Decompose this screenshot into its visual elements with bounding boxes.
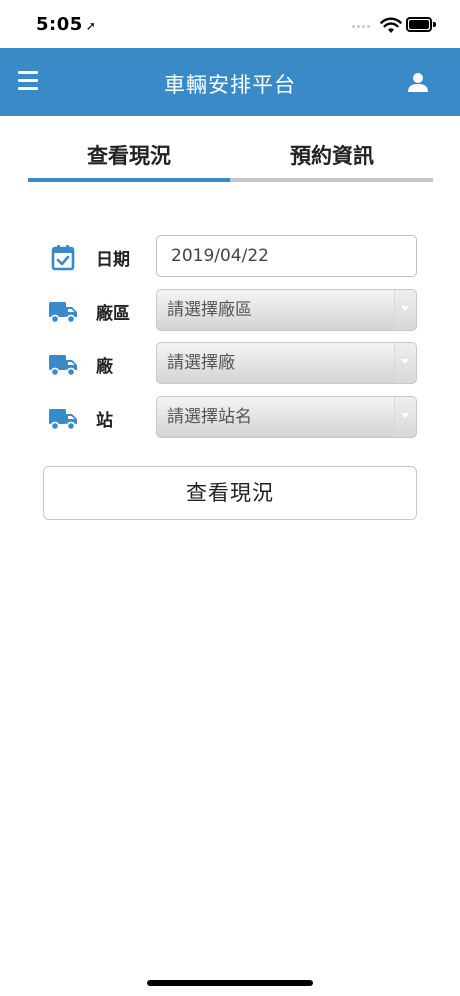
area-label: 廠區: [96, 304, 130, 324]
location-arrow-icon: ➚: [85, 19, 97, 33]
active-tab-indicator: [28, 178, 230, 182]
plant-select[interactable]: 請選擇廠: [156, 342, 417, 384]
truck-icon: [49, 302, 77, 324]
page-title: 車輛安排平台: [164, 73, 296, 97]
dropdown-arrow-icon: [401, 359, 409, 364]
station-row: 站 請選擇站名: [46, 396, 418, 440]
station-select[interactable]: 請選擇站名: [156, 396, 417, 438]
tab-reservation-info[interactable]: 預約資訊: [231, 138, 433, 178]
station-select-placeholder: 請選擇站名: [167, 407, 252, 427]
date-label: 日期: [96, 250, 130, 270]
station-label: 站: [96, 411, 113, 431]
area-select-placeholder: 請選擇廠區: [167, 300, 252, 320]
plant-select-placeholder: 請選擇廠: [167, 353, 235, 373]
area-select[interactable]: 請選擇廠區: [156, 289, 417, 331]
area-row: 廠區 請選擇廠區: [46, 289, 418, 333]
plant-label: 廠: [96, 357, 113, 377]
tab-underline: [28, 178, 433, 182]
status-bar: 5:05 ➚: [0, 0, 460, 48]
plant-row: 廠 請選擇廠: [46, 342, 418, 386]
calendar-check-icon: [51, 245, 75, 271]
battery-icon: [406, 17, 436, 32]
truck-icon: [49, 409, 77, 431]
time-text: 5:05: [36, 14, 83, 35]
signal-icon: [352, 25, 370, 28]
truck-icon: [49, 355, 77, 377]
date-input[interactable]: 2019/04/22: [156, 235, 417, 277]
tab-view-status[interactable]: 查看現況: [28, 138, 230, 178]
top-navbar: 車輛安排平台: [0, 48, 460, 116]
dropdown-arrow-icon: [401, 306, 409, 311]
dropdown-arrow-icon: [401, 413, 409, 418]
view-status-button[interactable]: 查看現況: [43, 466, 417, 520]
user-icon[interactable]: [406, 70, 430, 94]
wifi-icon: [380, 17, 402, 33]
tab-bar: 查看現況 預約資訊: [28, 138, 433, 184]
date-row: 日期 2019/04/22: [46, 235, 418, 279]
status-time: 5:05 ➚: [36, 14, 96, 35]
home-indicator: [147, 980, 313, 986]
